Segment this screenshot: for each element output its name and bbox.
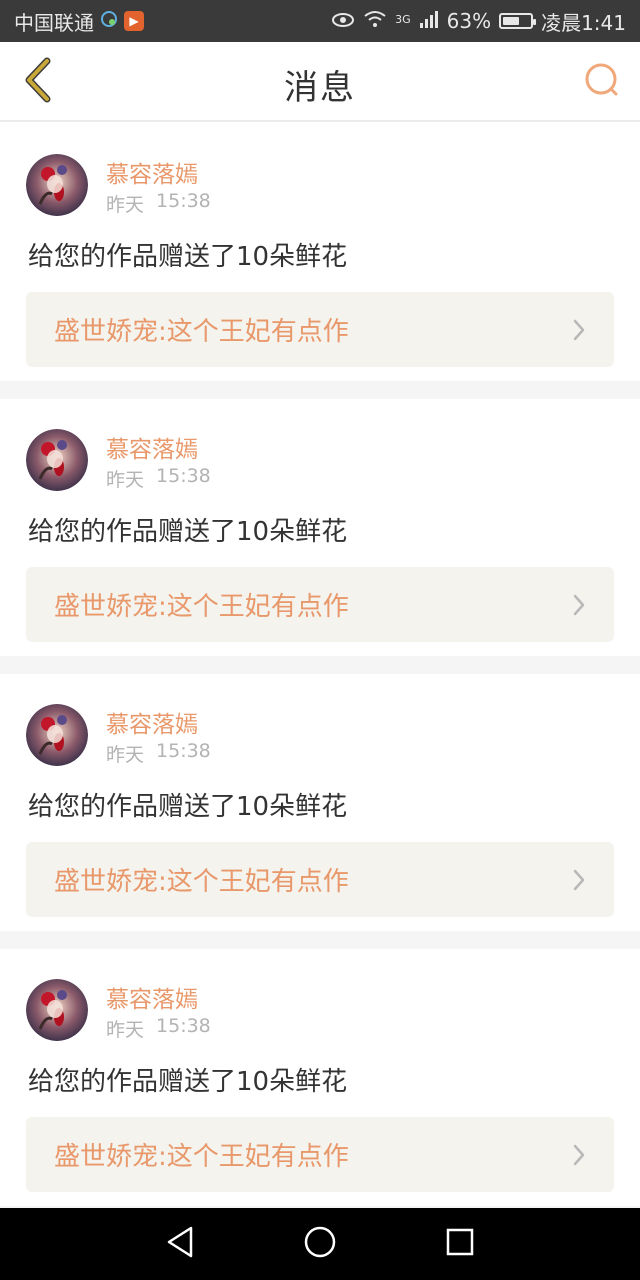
message-card: 慕容落嫣 昨天 15:38 给您的作品赠送了10朵鲜花 盛世娇宠:这个王妃有点作 [0,124,640,381]
search-button[interactable] [580,60,624,104]
status-right: 3G 63% 凌晨1:41 [331,7,626,36]
home-circle-icon [303,1225,337,1263]
work-link[interactable]: 盛世娇宠:这个王妃有点作 [26,1117,614,1192]
status-left: 中国联通 ▶ [14,7,144,36]
battery-percent: 63% [446,9,492,33]
timestamp-time: 15:38 [156,190,211,212]
chevron-right-icon [572,593,586,617]
message-text: 给您的作品赠送了10朵鲜花 [28,792,348,822]
timestamp: 昨天 15:38 [106,1015,211,1042]
message-text: 给您的作品赠送了10朵鲜花 [28,1067,348,1097]
nav-home-button[interactable] [300,1224,340,1264]
work-title: 盛世娇宠:这个王妃有点作 [54,592,349,622]
page-title: 消息 [284,68,356,108]
work-title: 盛世娇宠:这个王妃有点作 [54,867,349,897]
carrier-label: 中国联通 [14,10,94,35]
timestamp: 昨天 15:38 [106,740,211,767]
timestamp-time: 15:38 [156,1015,211,1037]
eye-icon [331,9,355,33]
sender-name[interactable]: 慕容落嫣 [106,155,198,189]
message-list: 慕容落嫣 昨天 15:38 给您的作品赠送了10朵鲜花 盛世娇宠:这个王妃有点作 [0,124,640,1224]
message-card: 慕容落嫣 昨天 15:38 给您的作品赠送了10朵鲜花 盛世娇宠:这个王妃有点作 [0,399,640,656]
network-type-label: 3G [395,12,411,26]
timestamp-time: 15:38 [156,465,211,487]
work-title: 盛世娇宠:这个王妃有点作 [54,317,349,347]
clock: 凌晨1:41 [541,10,626,35]
message-card: 慕容落嫣 昨天 15:38 给您的作品赠送了10朵鲜花 盛世娇宠:这个王妃有点作 [0,674,640,931]
message-card: 慕容落嫣 昨天 15:38 给您的作品赠送了10朵鲜花 盛世娇宠:这个王妃有点作 [0,949,640,1206]
signal-icon [419,9,439,33]
search-icon [583,61,621,103]
message-text: 给您的作品赠送了10朵鲜花 [28,517,348,547]
message-text: 给您的作品赠送了10朵鲜花 [28,242,348,272]
avatar[interactable] [26,704,88,766]
nav-back-button[interactable] [160,1224,200,1264]
app-notification-icon: ▶ [124,11,144,31]
system-nav-bar [0,1208,640,1280]
timestamp-day: 昨天 [106,1019,145,1041]
timestamp: 昨天 15:38 [106,465,211,492]
nav-recents-button[interactable] [440,1224,480,1264]
timestamp-day: 昨天 [106,194,145,216]
timestamp-day: 昨天 [106,744,145,766]
sync-icon [100,9,118,33]
timestamp-time: 15:38 [156,740,211,762]
sender-name[interactable]: 慕容落嫣 [106,705,198,739]
app-header: 消息 [0,42,640,122]
work-link[interactable]: 盛世娇宠:这个王妃有点作 [26,567,614,642]
chevron-right-icon [572,1143,586,1167]
avatar[interactable] [26,154,88,216]
chevron-right-icon [572,318,586,342]
avatar[interactable] [26,429,88,491]
wifi-icon [363,9,387,33]
chevron-right-icon [572,868,586,892]
sender-name[interactable]: 慕容落嫣 [106,430,198,464]
back-triangle-icon [165,1225,195,1263]
work-title: 盛世娇宠:这个王妃有点作 [54,1142,349,1172]
battery-icon [499,13,537,29]
recents-square-icon [445,1227,475,1261]
status-bar: 中国联通 ▶ 3G 63% 凌晨1:41 [0,0,640,42]
work-link[interactable]: 盛世娇宠:这个王妃有点作 [26,292,614,367]
work-link[interactable]: 盛世娇宠:这个王妃有点作 [26,842,614,917]
timestamp-day: 昨天 [106,469,145,491]
sender-name[interactable]: 慕容落嫣 [106,980,198,1014]
timestamp: 昨天 15:38 [106,190,211,217]
avatar[interactable] [26,979,88,1041]
